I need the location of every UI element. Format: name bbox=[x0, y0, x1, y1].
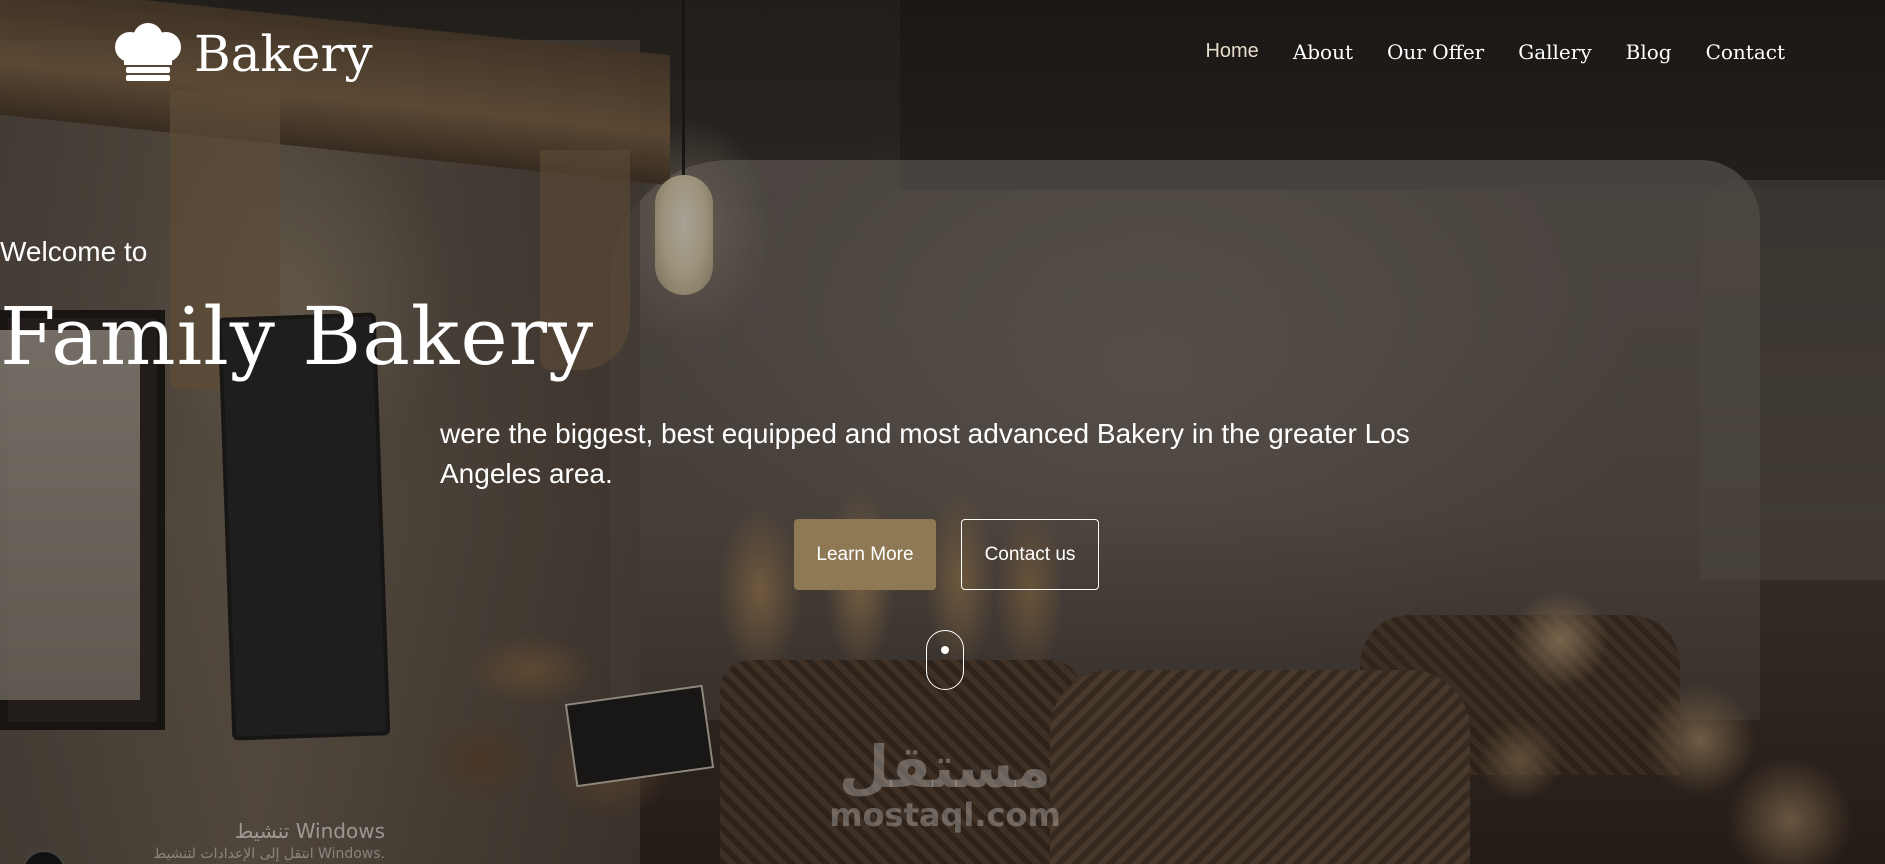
watermark-arabic: مستقل bbox=[838, 733, 1052, 801]
contact-us-button[interactable]: Contact us bbox=[961, 519, 1099, 590]
nav-item-home[interactable]: Home bbox=[1205, 40, 1258, 64]
learn-more-button[interactable]: Learn More bbox=[794, 519, 936, 590]
chef-hat-icon bbox=[110, 23, 186, 85]
nav-item-gallery[interactable]: Gallery bbox=[1518, 40, 1591, 64]
scroll-dot bbox=[941, 646, 949, 654]
windows-activation-title: تنشيط Windows bbox=[234, 819, 385, 843]
mostaql-watermark: مستقل mostaql.com bbox=[820, 735, 1070, 845]
nav-item-contact[interactable]: Contact bbox=[1706, 40, 1785, 64]
windows-activation-hint: انتقل إلى الإعدادات لتنشيط Windows. bbox=[153, 846, 385, 862]
hero-subtitle: were the biggest, best equipped and most… bbox=[440, 418, 1410, 489]
nav-item-blog[interactable]: Blog bbox=[1626, 40, 1672, 64]
navbar: Bakery Home About Our Offer Gallery Blog… bbox=[0, 0, 1885, 100]
hero-welcome: Welcome to bbox=[0, 236, 148, 267]
hero-section: Bakery Home About Our Offer Gallery Blog… bbox=[0, 0, 1885, 864]
brand-name: Bakery bbox=[194, 25, 373, 83]
watermark-latin: mostaql.com bbox=[829, 796, 1061, 834]
mouse-scroll-icon[interactable] bbox=[926, 630, 964, 690]
brand-logo[interactable]: Bakery bbox=[110, 22, 373, 86]
nav-item-about[interactable]: About bbox=[1293, 40, 1353, 64]
nav-item-our-offer[interactable]: Our Offer bbox=[1387, 40, 1484, 64]
windows-activation-notice: تنشيط Windows انتقل إلى الإعدادات لتنشيط… bbox=[95, 818, 385, 864]
hero-title: Family Bakery bbox=[0, 290, 595, 383]
main-nav: Home About Our Offer Gallery Blog Contac… bbox=[1205, 40, 1785, 64]
